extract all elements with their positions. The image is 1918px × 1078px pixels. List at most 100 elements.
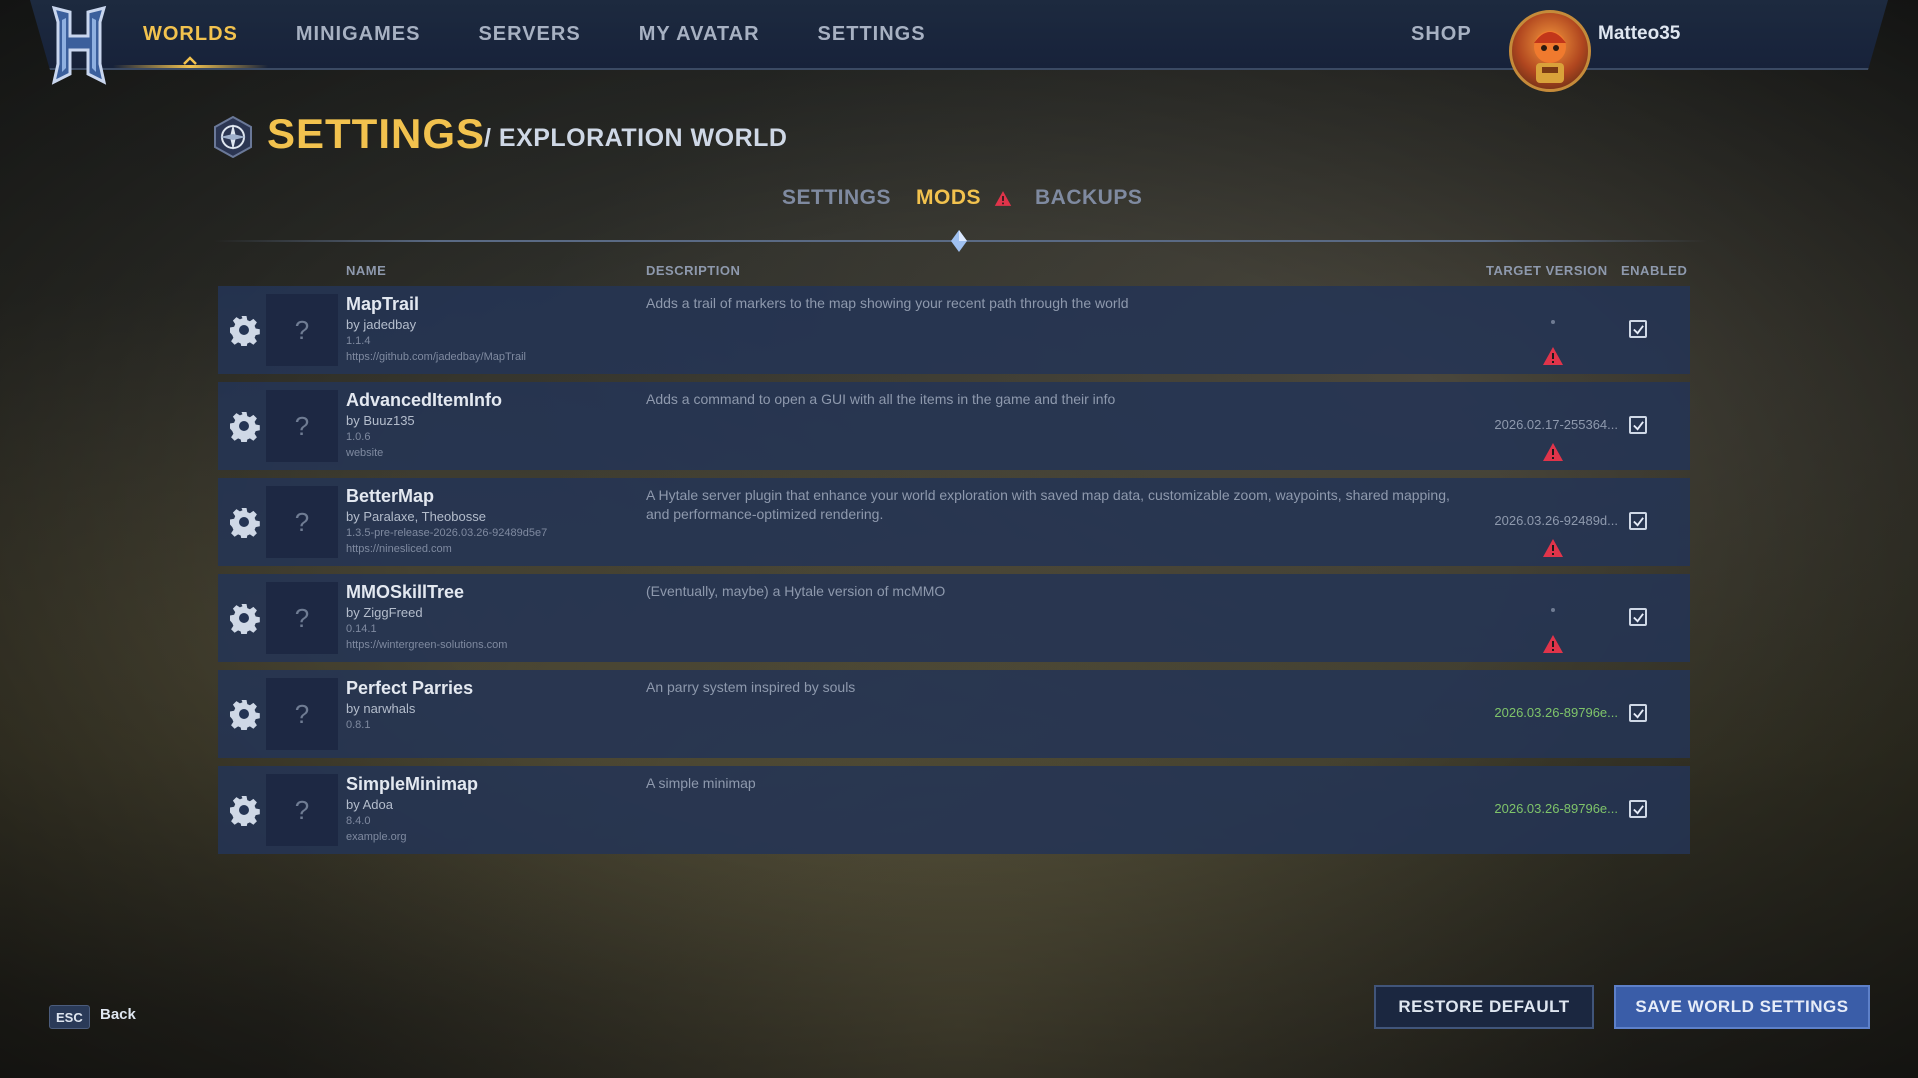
column-header-target-version[interactable]: TARGET VERSION — [1486, 263, 1608, 278]
mod-version: 0.8.1 — [346, 719, 371, 731]
table-row[interactable]: ? AdvancedItemInfo by Buuz135 1.0.6 website A… — [218, 382, 1690, 470]
mod-name: AdvancedItemInfo — [346, 390, 503, 410]
warning-triangle-icon[interactable] — [1542, 346, 1564, 366]
enabled-checkbox[interactable] — [1629, 704, 1647, 722]
mod-version: 1.0.6 — [346, 431, 371, 443]
mod-version: 1.1.4 — [346, 335, 371, 347]
main-nav: WORLDS MINIGAMES SERVERS MY AVATAR SETTI… — [113, 0, 984, 68]
mod-description: Adds a trail of markers to the map showi… — [646, 295, 1129, 311]
enabled-checkbox[interactable] — [1629, 608, 1647, 626]
mod-thumbnail: ? — [266, 774, 338, 846]
mod-target-version: 2026.03.26-89796e... — [1494, 705, 1618, 720]
mod-link[interactable]: https://github.com/jadedbay/MapTrail — [346, 351, 526, 363]
mod-author: by Adoa — [346, 797, 393, 812]
question-mark-icon: ? — [294, 506, 310, 537]
question-mark-icon: ? — [294, 314, 310, 345]
page-title: SETTINGS — [267, 110, 486, 157]
mod-thumbnail: ? — [266, 294, 338, 366]
nav-minigames[interactable]: MINIGAMES — [296, 0, 421, 68]
warning-triangle-icon[interactable] — [1542, 634, 1564, 654]
mod-name: MapTrail — [346, 294, 420, 314]
nav-servers-label: SERVERS — [478, 22, 581, 45]
mod-author: by ZiggFreed — [346, 605, 423, 620]
nav-my-avatar[interactable]: MY AVATAR — [639, 0, 760, 68]
mod-author: by narwhals — [346, 701, 416, 716]
mod-link[interactable]: https://ninesliced.com — [346, 543, 452, 555]
mod-name: BetterMap — [346, 486, 435, 506]
table-row[interactable]: ? MMOSkillTree by ZiggFreed 0.14.1 https://w… — [218, 574, 1690, 662]
gear-icon[interactable] — [228, 698, 260, 732]
compass-icon — [214, 116, 252, 158]
enabled-checkbox[interactable] — [1629, 800, 1647, 818]
mod-thumbnail: ? — [266, 582, 338, 654]
tab-bar: SETTINGS MODS BACKUPS — [0, 186, 1918, 216]
column-header-name[interactable]: NAME — [346, 263, 386, 278]
mod-version: 8.4.0 — [346, 815, 371, 827]
table-row[interactable]: ? MapTrail by jadedbay 1.1.4 https://github.… — [218, 286, 1690, 374]
gear-icon[interactable] — [228, 410, 260, 444]
mod-version: 1.3.5-pre-release-2026.03.26-92489d5e7 — [346, 527, 548, 539]
empty-target-indicator — [1551, 608, 1555, 612]
mod-link[interactable]: example.org — [346, 831, 407, 843]
mod-author: by Buuz135 — [346, 413, 415, 428]
question-mark-icon: ? — [294, 410, 310, 441]
mod-link[interactable]: website — [346, 447, 383, 459]
gear-icon[interactable] — [228, 506, 260, 540]
mod-name: MMOSkillTree — [346, 582, 465, 602]
mod-author: by jadedbay — [346, 317, 417, 332]
mod-thumbnail: ? — [266, 486, 338, 558]
save-world-settings-button[interactable]: SAVE WORLD SETTINGS — [1614, 985, 1870, 1029]
tab-mods-warning-icon — [994, 191, 1012, 206]
page-subtitle: / EXPLORATION WORLD — [484, 124, 788, 152]
mod-author: by Paralaxe, Theobosse — [346, 509, 486, 524]
nav-settings[interactable]: SETTINGS — [818, 0, 926, 68]
nav-worlds-label: WORLDS — [143, 22, 238, 45]
gear-icon[interactable] — [228, 314, 260, 348]
tab-settings[interactable]: SETTINGS — [782, 186, 891, 210]
esc-key-hint[interactable]: ESC — [49, 1005, 90, 1029]
question-mark-icon: ? — [294, 602, 310, 633]
nav-settings-label: SETTINGS — [817, 22, 926, 45]
question-mark-icon: ? — [294, 698, 310, 729]
question-mark-icon: ? — [294, 794, 310, 825]
mod-target-version: 2026.03.26-92489d... — [1494, 513, 1618, 528]
mod-target-version: 2026.03.26-89796e... — [1494, 801, 1618, 816]
tab-mods[interactable]: MODS — [916, 186, 981, 210]
enabled-checkbox[interactable] — [1629, 512, 1647, 530]
empty-target-indicator — [1551, 320, 1555, 324]
enabled-checkbox[interactable] — [1629, 320, 1647, 338]
username[interactable]: Matteo35 — [1598, 0, 1680, 68]
mod-link[interactable]: https://wintergreen-solutions.com — [346, 639, 507, 651]
mod-name: SimpleMinimap — [346, 774, 479, 794]
column-header-description[interactable]: DESCRIPTION — [646, 263, 740, 278]
mod-description: (Eventually, maybe) a Hytale version of … — [646, 583, 946, 599]
mod-name: Perfect Parries — [346, 678, 474, 698]
mod-description: A simple minimap — [646, 775, 756, 791]
table-row[interactable]: ? BetterMap by Paralaxe, Theobosse 1.3.5-pr… — [218, 478, 1690, 566]
gear-icon[interactable] — [228, 602, 260, 636]
tab-backups[interactable]: BACKUPS — [1035, 186, 1142, 210]
mod-description: An parry system inspired by souls — [646, 679, 856, 695]
table-row[interactable]: ? Perfect Parries by narwhals 0.8.1 An parry… — [218, 670, 1690, 758]
table-row[interactable]: ? SimpleMinimap by Adoa 8.4.0 example.org A s… — [218, 766, 1690, 854]
mod-version: 0.14.1 — [346, 623, 377, 635]
mod-thumbnail: ? — [266, 678, 338, 750]
warning-triangle-icon[interactable] — [1542, 538, 1564, 558]
avatar[interactable] — [1509, 10, 1591, 92]
caret-up-icon — [183, 56, 198, 65]
back-button[interactable]: Back — [100, 1006, 136, 1023]
enabled-checkbox[interactable] — [1629, 416, 1647, 434]
gear-icon[interactable] — [228, 794, 260, 828]
hytale-logo[interactable] — [48, 4, 110, 86]
warning-triangle-icon[interactable] — [1542, 442, 1564, 462]
avatar-character-icon — [1534, 31, 1566, 83]
mod-target-version: 2026.02.17-255364... — [1494, 417, 1618, 432]
mod-description: A Hytale server plugin that enhance your… — [646, 487, 1450, 522]
mod-description: Adds a command to open a GUI with all th… — [646, 391, 1116, 407]
nav-servers[interactable]: SERVERS — [478, 0, 580, 68]
column-header-enabled[interactable]: ENABLED — [1621, 263, 1687, 278]
restore-default-button[interactable]: RESTORE DEFAULT — [1374, 985, 1594, 1029]
diamond-icon — [951, 230, 967, 252]
nav-worlds[interactable]: WORLDS — [113, 0, 268, 68]
nav-shop[interactable]: SHOP — [1411, 0, 1472, 68]
